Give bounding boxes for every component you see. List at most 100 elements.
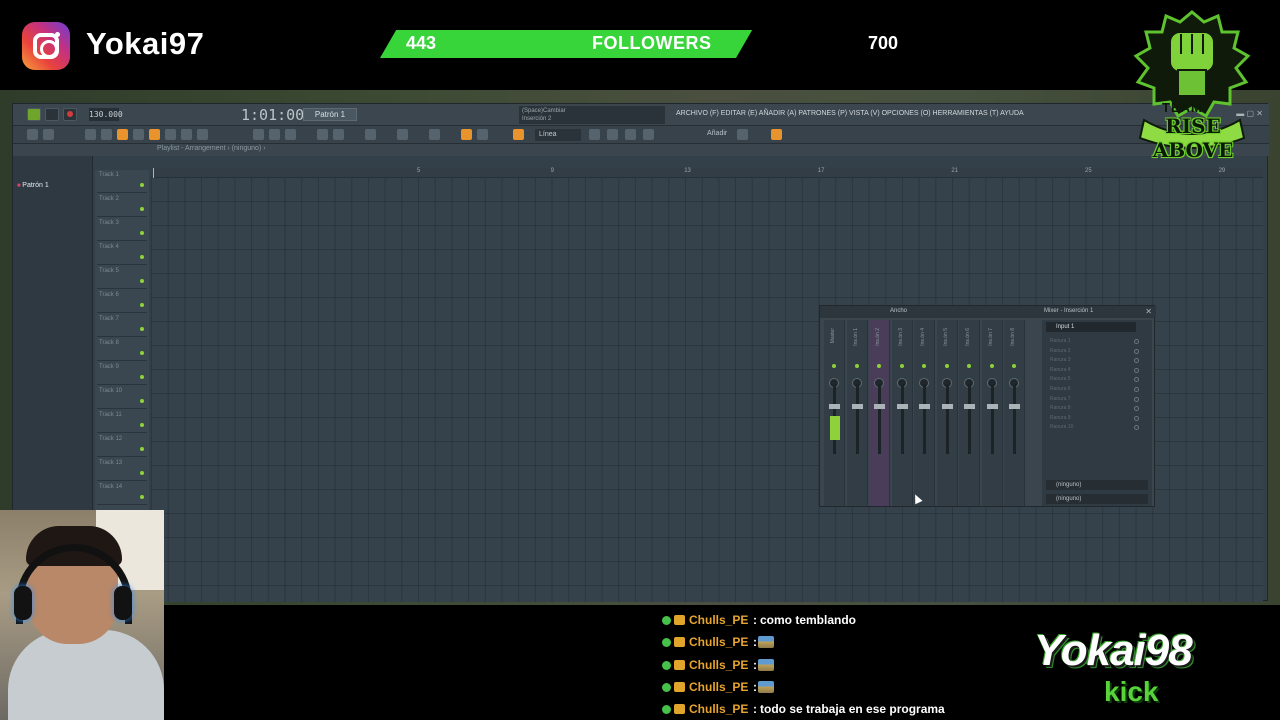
mixer-insert-strip[interactable]: Ins.ón 5 xyxy=(936,320,958,506)
tool-icon[interactable] xyxy=(333,129,344,140)
slot-toggle-icon[interactable] xyxy=(1134,358,1139,364)
track-header[interactable]: Track 11 xyxy=(97,410,147,433)
track-mute-led-icon[interactable] xyxy=(140,231,144,235)
snap-selector[interactable]: Línea xyxy=(535,129,581,141)
volume-fader[interactable] xyxy=(855,384,859,454)
track-header[interactable]: Track 7 xyxy=(97,314,147,337)
tool-icon[interactable] xyxy=(737,129,748,140)
track-mute-led-icon[interactable] xyxy=(140,279,144,283)
fader-handle[interactable] xyxy=(941,404,953,409)
tool-icon[interactable] xyxy=(165,129,176,140)
mixer-insert-strip[interactable]: Ins.ón 6 xyxy=(959,320,980,506)
mixer-view-mode[interactable]: Ancho xyxy=(890,308,907,314)
tool-icon[interactable] xyxy=(197,129,208,140)
add-menu[interactable]: Añadir xyxy=(707,130,727,137)
effect-slot[interactable]: Ranura 3 xyxy=(1050,357,1130,363)
tool-icon[interactable] xyxy=(285,129,296,140)
play-icon[interactable] xyxy=(27,108,41,121)
tool-icon[interactable] xyxy=(27,129,38,140)
fader-handle[interactable] xyxy=(851,404,863,409)
track-header[interactable]: Track 6 xyxy=(97,290,147,313)
fader-handle[interactable] xyxy=(986,404,998,409)
tool-icon[interactable] xyxy=(771,129,782,140)
tool-icon[interactable] xyxy=(43,129,54,140)
track-mute-led-icon[interactable] xyxy=(140,423,144,427)
effect-slot[interactable]: Ranura 1 xyxy=(1050,338,1130,344)
mixer-insert-strip[interactable]: Ins.ón 3 xyxy=(891,320,913,506)
fader-handle[interactable] xyxy=(1009,404,1020,409)
track-header[interactable]: Track 14 xyxy=(97,482,147,505)
pattern-selector[interactable]: Patrón 1 xyxy=(303,108,357,121)
route-selector[interactable]: (ninguno) xyxy=(1046,494,1148,504)
tool-icon[interactable] xyxy=(133,129,144,140)
chat-username[interactable]: Chulls_PE xyxy=(689,658,748,672)
track-header[interactable]: Track 3 xyxy=(97,218,147,241)
mixer-insert-strip[interactable]: Ins.ón 8 xyxy=(1004,320,1025,506)
tool-icon[interactable] xyxy=(117,129,128,140)
fader-handle[interactable] xyxy=(896,404,908,409)
effect-slot[interactable]: Ranura 8 xyxy=(1050,405,1130,411)
track-header[interactable]: Track 5 xyxy=(97,266,147,289)
track-header[interactable]: Track 12 xyxy=(97,434,147,457)
track-mute-led-icon[interactable] xyxy=(140,255,144,259)
mixer-insert-strip[interactable]: Ins.ón 7 xyxy=(981,320,1003,506)
effect-slot[interactable]: Ranura 9 xyxy=(1050,415,1130,421)
volume-fader[interactable] xyxy=(990,384,994,454)
tool-icon[interactable] xyxy=(253,129,264,140)
tool-icon[interactable] xyxy=(317,129,328,140)
effect-slot[interactable]: Ranura 7 xyxy=(1050,396,1130,402)
tool-icon[interactable] xyxy=(181,129,192,140)
volume-fader[interactable] xyxy=(968,384,971,454)
pattern-item[interactable]: Patrón 1 xyxy=(17,182,48,189)
track-mute-led-icon[interactable] xyxy=(140,303,144,307)
mixer-led-icon[interactable] xyxy=(877,364,881,368)
slot-toggle-icon[interactable] xyxy=(1134,339,1139,344)
track-header[interactable]: Track 9 xyxy=(97,362,147,385)
track-header[interactable]: Track 4 xyxy=(97,242,147,265)
track-mute-led-icon[interactable] xyxy=(140,183,144,187)
track-mute-led-icon[interactable] xyxy=(140,351,144,355)
mixer-led-icon[interactable] xyxy=(922,364,926,368)
fader-handle[interactable] xyxy=(919,404,930,409)
route-selector[interactable]: (ninguno) xyxy=(1046,480,1148,490)
tool-icon[interactable] xyxy=(607,129,618,140)
tool-icon[interactable] xyxy=(461,129,472,140)
chat-username[interactable]: Chulls_PE xyxy=(689,635,748,649)
track-header[interactable]: Track 13 xyxy=(97,458,147,481)
slot-toggle-icon[interactable] xyxy=(1134,396,1139,402)
slot-toggle-icon[interactable] xyxy=(1134,415,1139,421)
main-menu[interactable]: ARCHIVO (F) EDITAR (E) AÑADIR (A) PATRON… xyxy=(676,110,1024,117)
mixer-led-icon[interactable] xyxy=(967,364,971,368)
tool-icon[interactable] xyxy=(101,129,112,140)
slot-toggle-icon[interactable] xyxy=(1134,425,1139,431)
volume-fader[interactable] xyxy=(945,384,949,454)
mixer-insert-strip[interactable]: Ins.ón 2 xyxy=(869,320,890,506)
effect-slot[interactable]: Ranura 2 xyxy=(1050,348,1130,354)
tool-icon[interactable] xyxy=(397,129,408,140)
volume-fader[interactable] xyxy=(878,384,881,454)
tempo-display[interactable]: 130.000 xyxy=(89,108,123,121)
fader-handle[interactable] xyxy=(829,404,840,409)
close-icon[interactable]: ✕ xyxy=(1145,307,1152,316)
volume-fader[interactable] xyxy=(1013,384,1016,454)
mixer-master-strip[interactable]: Master xyxy=(824,320,845,506)
record-icon[interactable] xyxy=(63,108,77,121)
tool-icon[interactable] xyxy=(269,129,280,140)
slot-toggle-icon[interactable] xyxy=(1134,348,1139,354)
track-header[interactable]: Track 2 xyxy=(97,194,147,217)
tool-icon[interactable] xyxy=(149,129,160,140)
track-header[interactable]: Track 10 xyxy=(97,386,147,409)
chat-username[interactable]: Chulls_PE xyxy=(689,702,748,716)
playhead[interactable] xyxy=(153,168,154,178)
fader-handle[interactable] xyxy=(964,404,975,409)
track-header[interactable]: Track 8 xyxy=(97,338,147,361)
tool-icon[interactable] xyxy=(589,129,600,140)
track-mute-led-icon[interactable] xyxy=(140,327,144,331)
track-mute-led-icon[interactable] xyxy=(140,495,144,499)
track-mute-led-icon[interactable] xyxy=(140,399,144,403)
tool-icon[interactable] xyxy=(513,129,524,140)
tool-icon[interactable] xyxy=(365,129,376,140)
slot-toggle-icon[interactable] xyxy=(1134,377,1139,383)
chat-username[interactable]: Chulls_PE xyxy=(689,613,748,627)
track-mute-led-icon[interactable] xyxy=(140,447,144,451)
